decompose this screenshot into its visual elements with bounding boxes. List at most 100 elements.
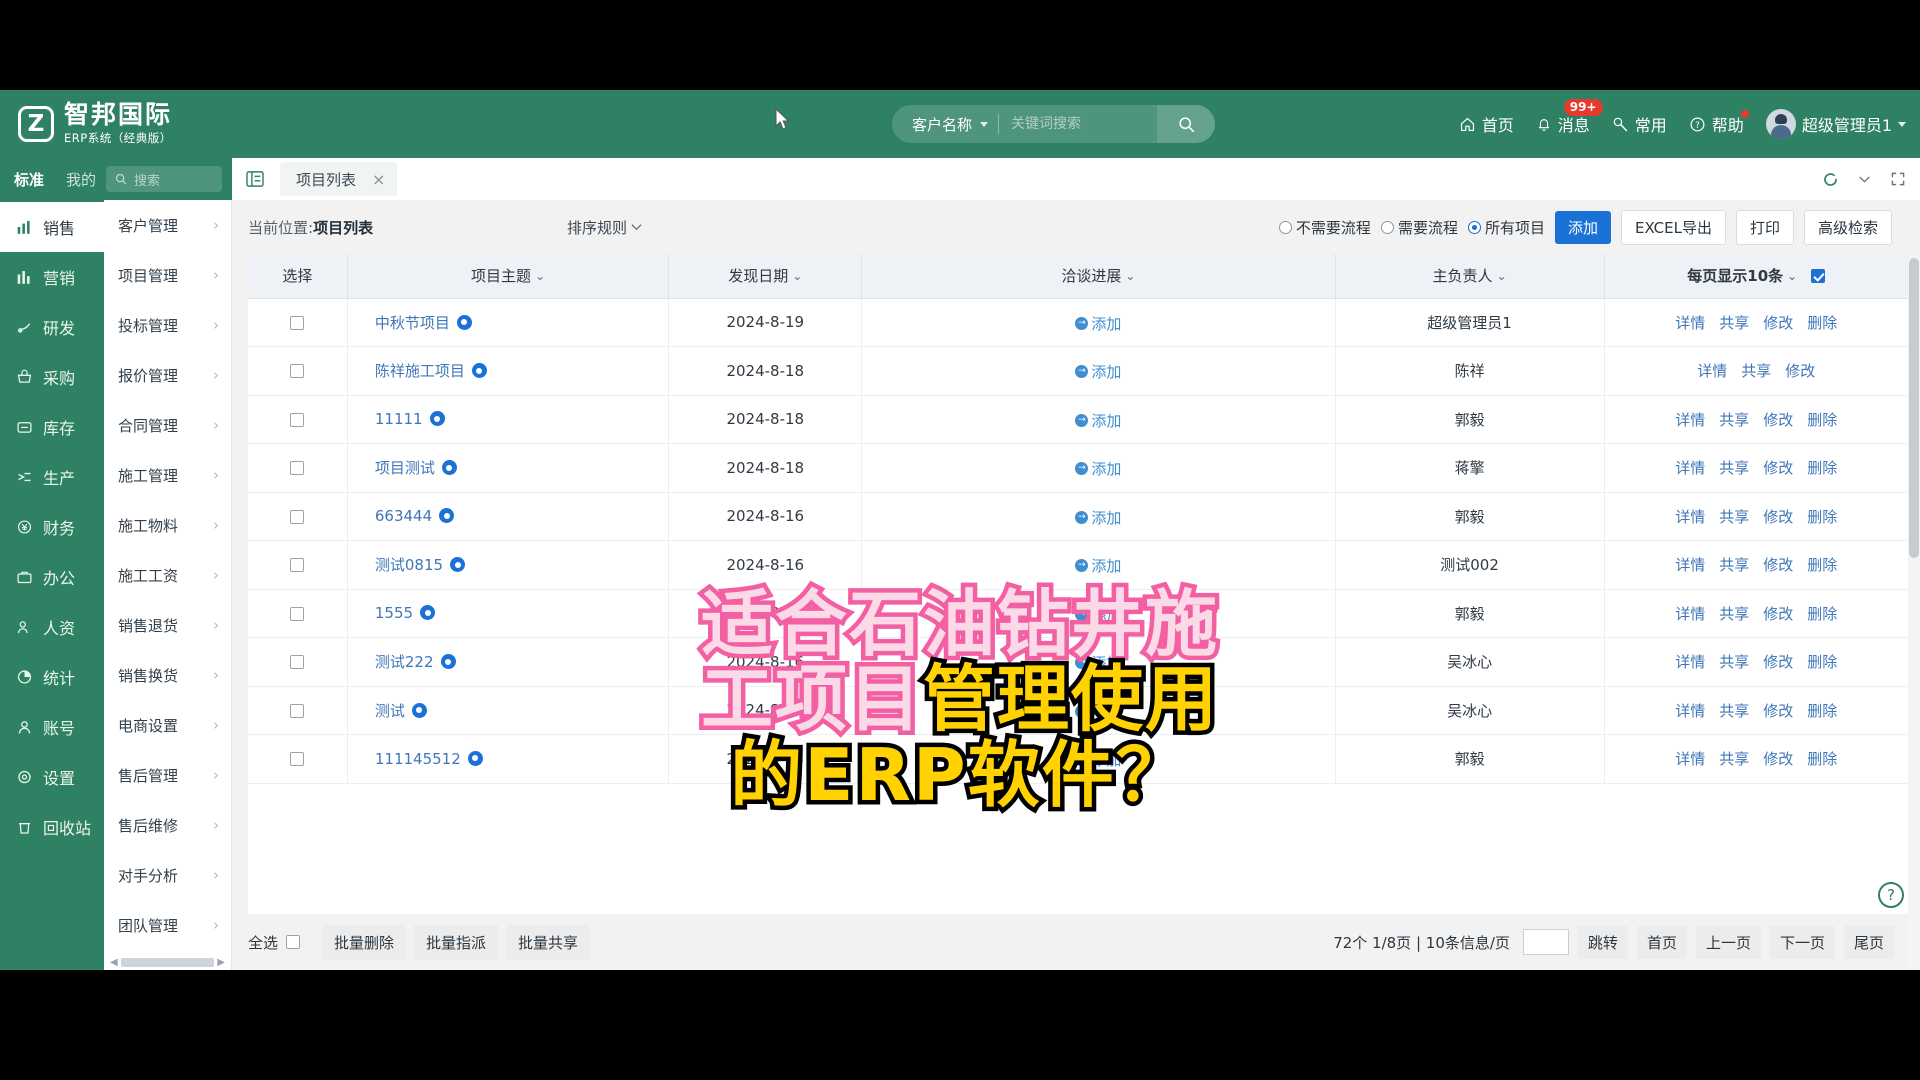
op-share[interactable]: 共享: [1719, 651, 1749, 672]
col-page-size[interactable]: 每页显示10条 ⌄: [1604, 254, 1908, 299]
header-nav-common[interactable]: 常用: [1612, 112, 1667, 136]
project-link[interactable]: 111145512: [375, 750, 461, 768]
op-share[interactable]: 共享: [1719, 312, 1749, 333]
sidebar-sub-project-mgmt[interactable]: 项目管理 ›: [104, 250, 231, 300]
first-page-button[interactable]: 首页: [1636, 925, 1687, 959]
preview-eye-icon[interactable]: [420, 605, 436, 621]
add-progress-link[interactable]: → 添加: [1075, 701, 1121, 722]
project-link[interactable]: 项目测试: [375, 459, 435, 477]
preview-eye-icon[interactable]: [450, 557, 466, 573]
col-subject[interactable]: 项目主题 ⌄: [347, 254, 670, 299]
chevron-down-icon[interactable]: [1857, 172, 1872, 187]
sort-rule-dropdown[interactable]: 排序规则: [567, 217, 642, 238]
op-share[interactable]: 共享: [1719, 554, 1749, 575]
add-progress-link[interactable]: → 添加: [1075, 604, 1121, 625]
scroll-right-icon[interactable]: ▶: [217, 957, 225, 968]
preview-eye-icon[interactable]: [429, 411, 445, 427]
sidebar-sub-quotation-mgmt[interactable]: 报价管理 ›: [104, 350, 231, 400]
batch-delete-button[interactable]: 批量删除: [322, 924, 407, 960]
sidebar-item-account[interactable]: 账号: [0, 702, 104, 752]
op-delete[interactable]: 删除: [1807, 603, 1837, 624]
op-share[interactable]: 共享: [1741, 360, 1771, 381]
sidebar-sub-sales-return[interactable]: 销售退货 ›: [104, 600, 231, 650]
row-checkbox[interactable]: [290, 412, 305, 427]
select-all-control[interactable]: 全选: [248, 932, 301, 953]
project-link[interactable]: 中秋节项目: [375, 314, 450, 332]
col-progress[interactable]: 洽谈进展 ⌄: [861, 254, 1336, 299]
advanced-search-button[interactable]: 高级检索: [1803, 209, 1892, 245]
sidebar-sub-aftersales-mgmt[interactable]: 售后管理 ›: [104, 750, 231, 800]
op-share[interactable]: 共享: [1719, 457, 1749, 478]
op-edit[interactable]: 修改: [1763, 554, 1793, 575]
sidebar-sub-sales-exchange[interactable]: 销售换货 ›: [104, 650, 231, 700]
op-delete[interactable]: 删除: [1807, 700, 1837, 721]
search-button[interactable]: [1157, 105, 1216, 143]
preview-eye-icon[interactable]: [456, 314, 472, 330]
row-checkbox[interactable]: [290, 558, 305, 573]
add-progress-link[interactable]: → 添加: [1075, 410, 1121, 431]
fullscreen-icon[interactable]: [1890, 171, 1906, 187]
op-edit[interactable]: 修改: [1763, 651, 1793, 672]
sidebar-item-purchase[interactable]: 采购: [0, 352, 104, 402]
sidebar-item-office[interactable]: 办公: [0, 552, 104, 602]
row-checkbox[interactable]: [290, 461, 305, 476]
sidebar-item-rnd[interactable]: 研发: [0, 302, 104, 352]
sidebar-sub-ecommerce-settings[interactable]: 电商设置 ›: [104, 700, 231, 750]
op-edit[interactable]: 修改: [1763, 700, 1793, 721]
batch-share-button[interactable]: 批量共享: [506, 924, 591, 960]
sidebar-sub-construction-wages[interactable]: 施工工资 ›: [104, 550, 231, 600]
preview-eye-icon[interactable]: [439, 508, 455, 524]
sidebar-item-finance[interactable]: 财务: [0, 502, 104, 552]
vertical-scrollbar[interactable]: [1908, 254, 1920, 970]
prev-page-button[interactable]: 上一页: [1695, 925, 1761, 959]
add-progress-link[interactable]: → 添加: [1075, 361, 1121, 382]
scrollbar-thumb[interactable]: [1909, 258, 1919, 558]
row-checkbox[interactable]: [290, 703, 305, 718]
op-detail[interactable]: 详情: [1675, 457, 1705, 478]
project-link[interactable]: 陈祥施工项目: [375, 362, 465, 380]
sidebar-search[interactable]: 搜索: [106, 166, 222, 192]
column-settings-checkbox[interactable]: [1811, 268, 1826, 283]
op-delete[interactable]: 删除: [1807, 506, 1837, 527]
batch-assign-button[interactable]: 批量指派: [414, 924, 499, 960]
mode-standard[interactable]: 标准: [0, 169, 56, 190]
sidebar-item-hr[interactable]: 人资: [0, 602, 104, 652]
print-button[interactable]: 打印: [1735, 209, 1794, 245]
preview-eye-icon[interactable]: [471, 363, 487, 379]
preview-eye-icon[interactable]: [467, 750, 483, 766]
col-owner[interactable]: 主负责人 ⌄: [1335, 254, 1605, 299]
add-progress-link[interactable]: → 添加: [1075, 458, 1121, 479]
project-link[interactable]: 11111: [375, 410, 423, 428]
jump-button[interactable]: 跳转: [1577, 925, 1628, 959]
op-delete[interactable]: 删除: [1807, 457, 1837, 478]
sidebar-sub-aftersales-repair[interactable]: 售后维修 ›: [104, 800, 231, 850]
op-detail[interactable]: 详情: [1675, 603, 1705, 624]
scrollbar-thumb[interactable]: [120, 958, 215, 967]
excel-export-button[interactable]: EXCEL导出: [1620, 209, 1726, 245]
sidebar-horizontal-scrollbar[interactable]: ◀ ▶: [110, 957, 225, 968]
sidebar-item-inventory[interactable]: 库存: [0, 402, 104, 452]
op-share[interactable]: 共享: [1719, 409, 1749, 430]
radio-all-projects[interactable]: 所有项目: [1467, 217, 1545, 238]
op-edit[interactable]: 修改: [1785, 360, 1815, 381]
select-all-checkbox[interactable]: [286, 935, 301, 949]
op-edit[interactable]: 修改: [1763, 312, 1793, 333]
refresh-icon[interactable]: [1822, 171, 1839, 188]
radio-need-workflow[interactable]: 需要流程: [1380, 217, 1458, 238]
sidebar-sub-bidding-mgmt[interactable]: 投标管理 ›: [104, 300, 231, 350]
op-detail[interactable]: 详情: [1675, 506, 1705, 527]
scroll-left-icon[interactable]: ◀: [110, 957, 118, 968]
op-edit[interactable]: 修改: [1763, 603, 1793, 624]
radio-no-workflow[interactable]: 不需要流程: [1278, 217, 1371, 238]
op-detail[interactable]: 详情: [1675, 700, 1705, 721]
op-edit[interactable]: 修改: [1763, 748, 1793, 769]
sidebar-item-marketing[interactable]: 营销: [0, 252, 104, 302]
row-checkbox[interactable]: [290, 509, 305, 524]
preview-eye-icon[interactable]: [411, 702, 427, 718]
op-share[interactable]: 共享: [1719, 700, 1749, 721]
search-input[interactable]: [999, 116, 1158, 132]
sidebar-sub-construction-mgmt[interactable]: 施工管理 ›: [104, 450, 231, 500]
add-progress-link[interactable]: → 添加: [1075, 555, 1121, 576]
op-share[interactable]: 共享: [1719, 603, 1749, 624]
col-date[interactable]: 发现日期 ⌄: [668, 254, 863, 299]
